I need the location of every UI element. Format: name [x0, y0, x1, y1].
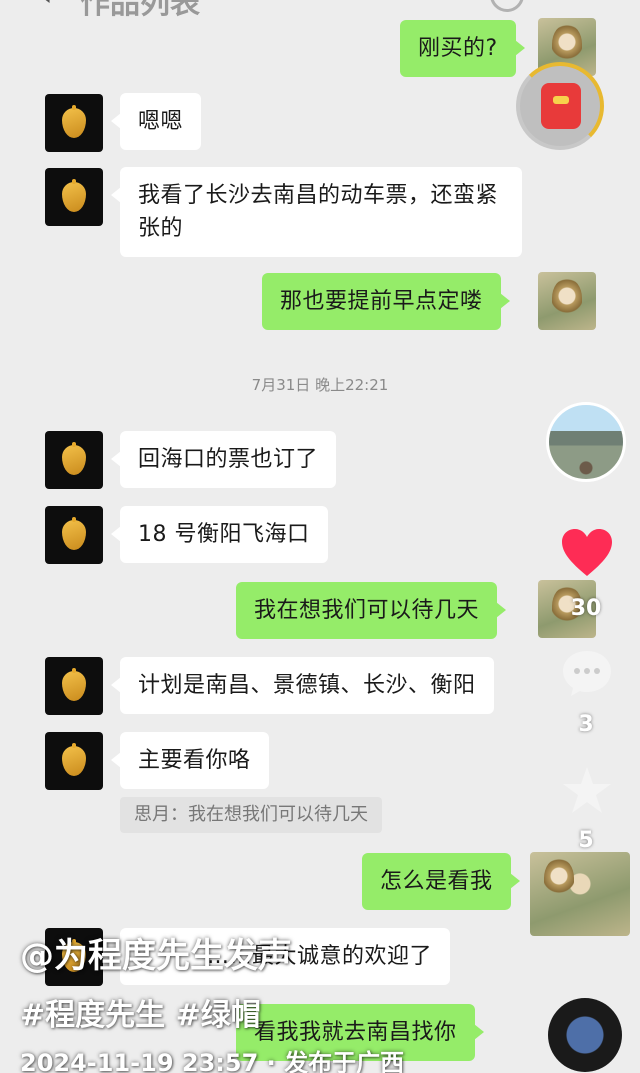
red-packet-icon[interactable] — [516, 62, 604, 150]
message-bubble[interactable]: 刚买的? — [400, 20, 525, 77]
like-count: 30 — [570, 596, 602, 621]
avatar[interactable] — [45, 431, 103, 489]
favorite-icon[interactable] — [560, 764, 614, 818]
top-bar: ‹ 作品列表 — [0, 0, 640, 21]
comment-count: 3 — [578, 712, 594, 737]
creator-avatar[interactable] — [546, 402, 626, 482]
avatar[interactable] — [45, 657, 103, 715]
message-bubble[interactable]: 嗯嗯 — [110, 93, 202, 150]
avatar[interactable] — [45, 732, 103, 790]
music-disc-icon[interactable] — [548, 998, 622, 1072]
hashtags[interactable]: #程度先生 #绿帽 — [20, 990, 261, 1034]
avatar[interactable] — [45, 94, 103, 152]
quoted-message: 思月：我在想我们可以待几天 — [120, 797, 382, 833]
message-bubble[interactable]: 计划是南昌、景德镇、长沙、衡阳 — [111, 657, 494, 714]
avatar[interactable] — [530, 852, 630, 936]
message-bubble[interactable]: 18 号衡阳飞海口 — [111, 506, 328, 563]
message-bubble[interactable]: 回海口的票也订了 — [110, 431, 337, 488]
comment-icon[interactable] — [560, 648, 614, 698]
avatar[interactable] — [45, 506, 103, 564]
post-time: 2024-11-19 23:57 · 发布于广西 — [20, 1049, 405, 1073]
favorite-count: 5 — [578, 828, 594, 853]
message-bubble[interactable]: 主要看你咯 — [111, 732, 269, 789]
message-bubble[interactable]: 我看了长沙去南昌的动车票，还蛮紧张的 — [111, 167, 522, 257]
page-title: 作品列表 — [80, 0, 200, 21]
message-timestamp: 7月31日 晚上22:21 — [251, 376, 389, 394]
message-bubble[interactable]: 那也要提前早点定喽 — [262, 273, 510, 330]
message-bubble[interactable]: 我在想我们可以待几天 — [236, 582, 507, 639]
author-handle[interactable]: @为程度先生发声 — [20, 928, 292, 977]
avatar[interactable] — [45, 168, 103, 226]
back-arrow-icon[interactable]: ‹ — [40, 0, 52, 13]
search-icon[interactable] — [490, 0, 524, 12]
message-bubble[interactable]: 怎么是看我 — [362, 853, 520, 910]
avatar[interactable] — [538, 272, 596, 330]
like-icon[interactable] — [560, 528, 614, 578]
